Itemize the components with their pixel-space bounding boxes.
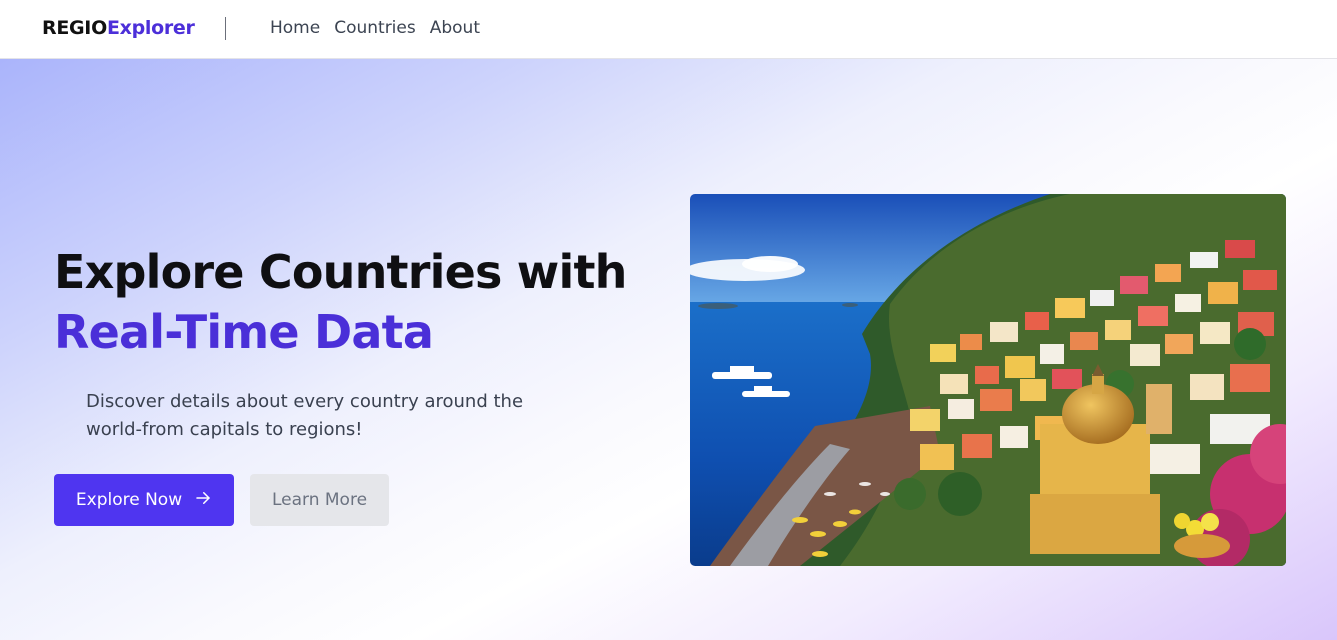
hero-image-coastal-town <box>690 194 1286 566</box>
hero-section: Explore Countries with Real-Time Data Di… <box>0 59 1337 640</box>
brand-logo[interactable]: REGIOExplorer <box>42 17 195 39</box>
hero-headline: Explore Countries with <box>54 245 627 299</box>
nav-link-home[interactable]: Home <box>270 18 320 38</box>
hero-description: Discover details about every country aro… <box>86 391 524 440</box>
arrow-right-icon <box>194 489 212 512</box>
top-navbar: REGIOExplorer Home Countries About <box>0 0 1337 59</box>
learn-more-label: Learn More <box>271 490 368 510</box>
learn-more-button[interactable]: Learn More <box>250 474 389 526</box>
nav-link-countries[interactable]: Countries <box>334 18 416 38</box>
nav-link-about[interactable]: About <box>430 18 480 38</box>
main-nav: Home Countries About <box>270 18 480 38</box>
brand-logo-part1: REGIO <box>42 17 107 39</box>
explore-now-label: Explore Now <box>75 490 183 510</box>
nav-divider <box>225 17 226 40</box>
hero-headline-accent: Real-Time Data <box>54 305 434 359</box>
brand-logo-part2: Explorer <box>106 17 195 39</box>
explore-now-button[interactable]: Explore Now <box>54 474 234 526</box>
